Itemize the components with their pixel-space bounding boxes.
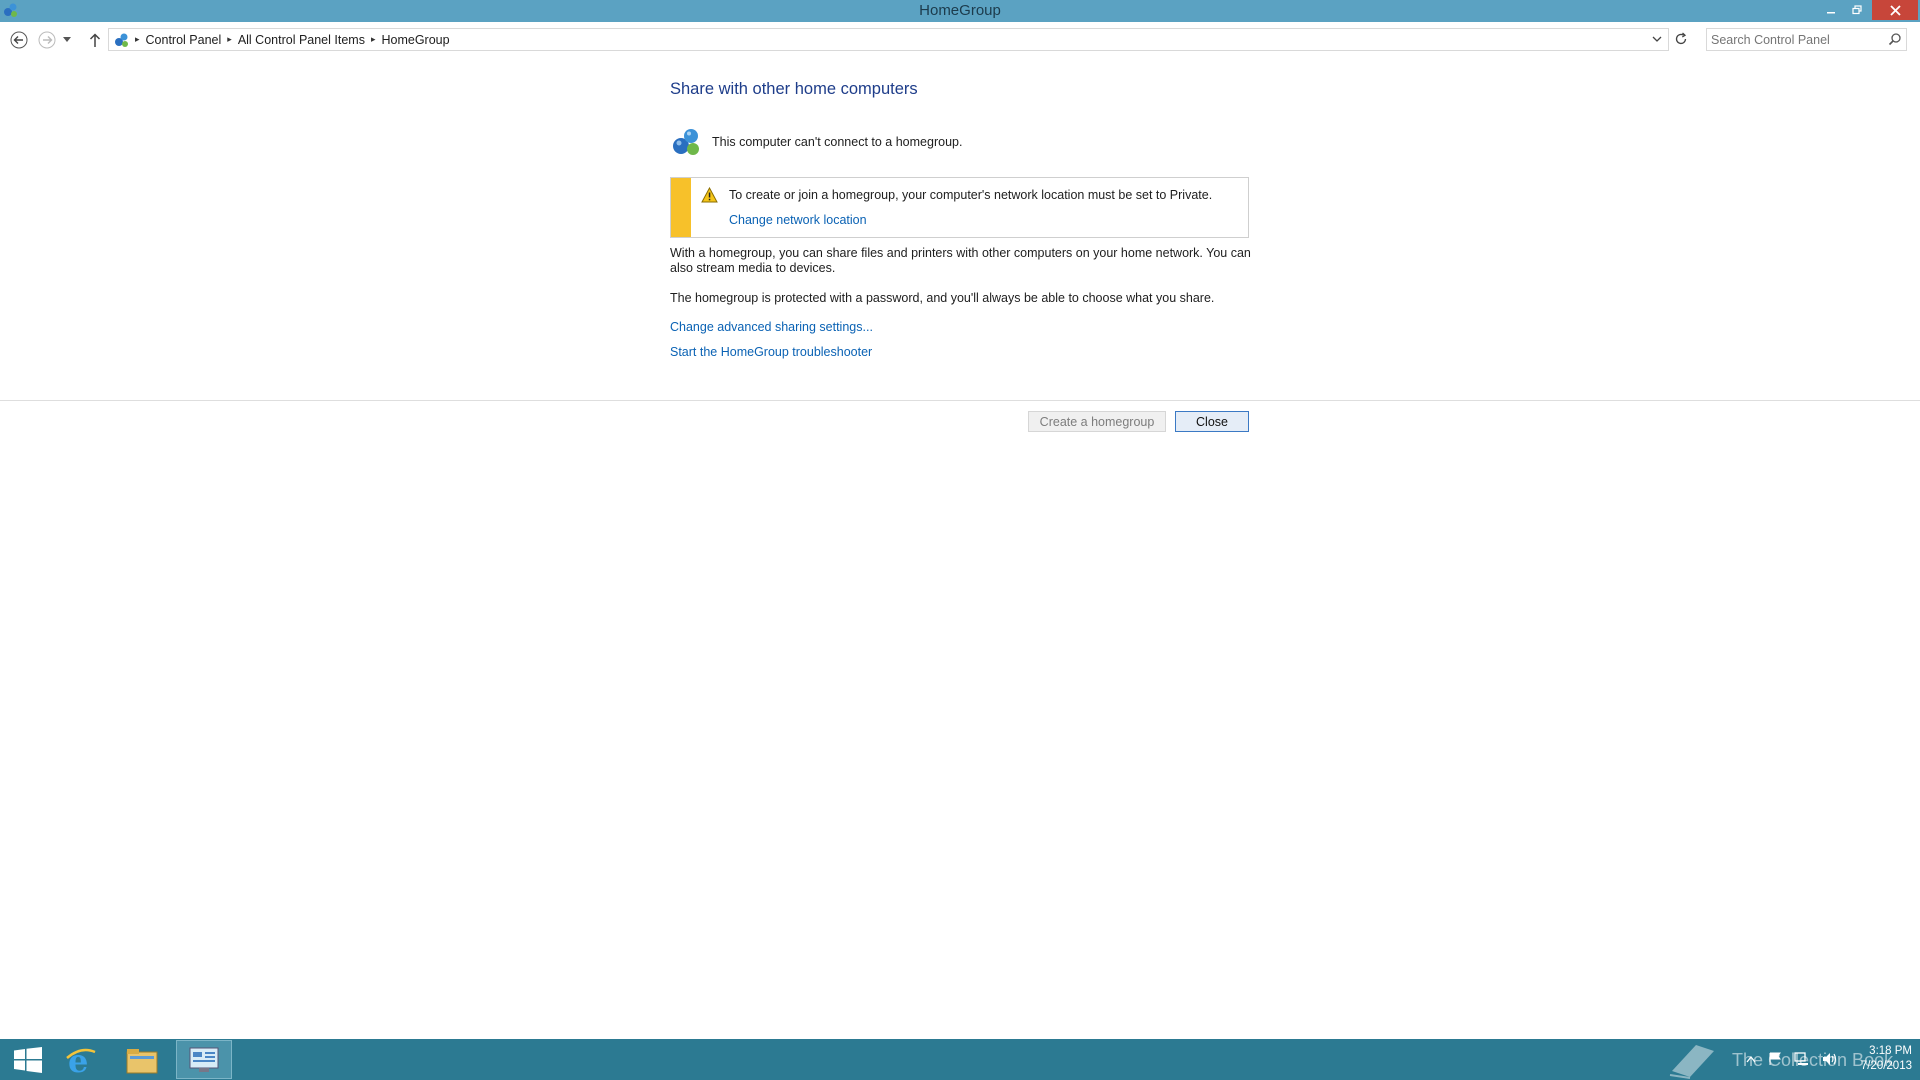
chevron-right-icon[interactable]: ▸ xyxy=(227,34,232,45)
homegroup-icon xyxy=(115,33,128,47)
taskbar: e xyxy=(0,1039,1920,1080)
address-bar[interactable]: ▸ Control Panel ▸ All Control Panel Item… xyxy=(108,28,1669,51)
restore-button[interactable] xyxy=(1846,0,1868,20)
refresh-button[interactable] xyxy=(1672,30,1690,48)
chevron-down-icon xyxy=(63,37,71,42)
breadcrumb-homegroup[interactable]: HomeGroup xyxy=(381,33,449,47)
search-box[interactable] xyxy=(1706,28,1907,51)
chevron-down-icon[interactable] xyxy=(1650,32,1664,46)
control-panel-icon xyxy=(189,1047,219,1072)
chevron-right-icon[interactable]: ▸ xyxy=(135,34,140,45)
navigation-bar: ▸ Control Panel ▸ All Control Panel Item… xyxy=(0,24,1920,56)
minimize-icon xyxy=(1827,12,1835,14)
chevron-right-icon[interactable]: ▸ xyxy=(371,34,376,45)
divider xyxy=(0,400,1920,401)
folder-icon xyxy=(126,1048,158,1073)
password-description: The homegroup is protected with a passwo… xyxy=(670,291,1215,305)
page-title: Share with other home computers xyxy=(670,80,918,98)
back-button[interactable] xyxy=(9,30,29,50)
create-homegroup-button[interactable]: Create a homegroup xyxy=(1028,411,1166,432)
recent-locations-button[interactable] xyxy=(62,30,72,50)
close-icon xyxy=(1889,4,1901,16)
breadcrumb-control-panel[interactable]: Control Panel xyxy=(146,33,222,47)
minimize-button[interactable] xyxy=(1820,0,1842,20)
refresh-icon xyxy=(1675,32,1687,45)
breadcrumb-all-items[interactable]: All Control Panel Items xyxy=(238,33,365,47)
close-button[interactable]: Close xyxy=(1175,411,1249,432)
book-icon xyxy=(1669,1045,1714,1079)
show-hidden-icons-icon[interactable] xyxy=(1746,1055,1756,1063)
status-text: This computer can't connect to a homegro… xyxy=(712,135,963,149)
warning-message: To create or join a homegroup, your comp… xyxy=(729,188,1213,202)
taskbar-internet-explorer[interactable]: e xyxy=(53,1040,109,1079)
back-arrow-icon xyxy=(10,31,28,49)
change-network-location-link[interactable]: Change network location xyxy=(729,213,867,227)
restore-icon xyxy=(1852,5,1862,15)
troubleshooter-link[interactable]: Start the HomeGroup troubleshooter xyxy=(670,345,872,359)
search-input[interactable] xyxy=(1711,29,1881,50)
flag-icon[interactable] xyxy=(1768,1052,1782,1066)
forward-arrow-icon xyxy=(38,31,56,49)
taskbar-file-explorer[interactable] xyxy=(114,1040,170,1079)
homegroup-icon xyxy=(673,129,699,155)
advanced-sharing-link[interactable]: Change advanced sharing settings... xyxy=(670,320,873,334)
warning-bar xyxy=(671,178,691,237)
taskbar-control-panel[interactable] xyxy=(176,1040,232,1079)
clock[interactable]: 3:18 PM 7/20/2013 xyxy=(1830,1044,1912,1074)
network-icon[interactable] xyxy=(1794,1052,1810,1066)
internet-explorer-icon: e xyxy=(66,1044,96,1076)
homegroup-description: With a homegroup, you can share files an… xyxy=(670,246,1251,275)
title-bar: HomeGroup xyxy=(0,0,1920,22)
close-window-button[interactable] xyxy=(1872,0,1918,20)
clock-time: 3:18 PM xyxy=(1869,1045,1912,1057)
up-button[interactable] xyxy=(85,30,105,50)
warning-panel: To create or join a homegroup, your comp… xyxy=(670,177,1249,238)
clock-date: 7/20/2013 xyxy=(1860,1060,1912,1072)
warning-icon xyxy=(701,187,718,203)
search-icon[interactable] xyxy=(1888,32,1902,46)
system-tray xyxy=(1746,1052,1838,1066)
windows-logo-icon xyxy=(14,1046,42,1073)
start-button[interactable] xyxy=(0,1040,56,1079)
forward-button[interactable] xyxy=(37,30,57,50)
homegroup-status: This computer can't connect to a homegro… xyxy=(670,126,962,158)
up-arrow-icon xyxy=(89,33,101,47)
window-title: HomeGroup xyxy=(919,2,1001,19)
